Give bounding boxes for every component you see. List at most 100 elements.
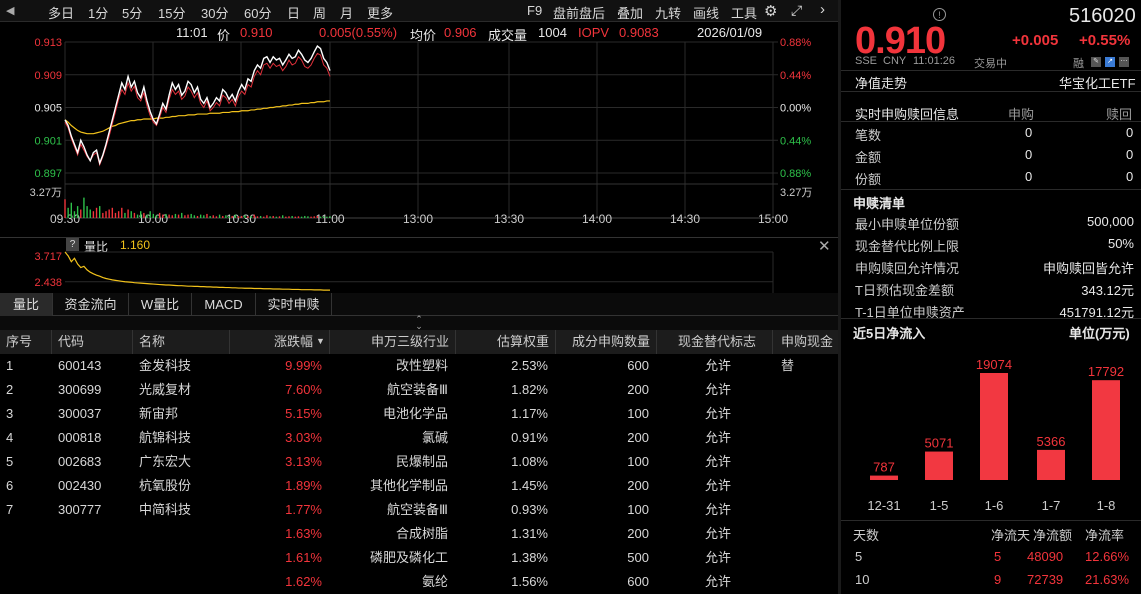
tab-volume-ratio[interactable]: 量比: [0, 293, 53, 316]
volume-ratio-line: [64, 251, 330, 291]
col-industry[interactable]: 申万三级行业: [330, 330, 456, 354]
tools-button[interactable]: 工具: [731, 3, 757, 22]
list-row-label: 申购赎回允许情况: [855, 261, 960, 276]
nine-turn-button[interactable]: 九转: [655, 3, 681, 22]
col-change[interactable]: 涨跌幅: [230, 330, 330, 354]
tab-15min[interactable]: 15分: [158, 3, 185, 22]
settings-icon[interactable]: ⚙: [764, 2, 777, 20]
col-weight[interactable]: 估算权重: [456, 330, 556, 354]
sort-desc-icon[interactable]: ▼: [316, 336, 325, 346]
nav-trend-label[interactable]: 净值走势: [855, 73, 907, 92]
right-panel: 0.910 ! 516020 +0.005 +0.55% SSE CNY 11:…: [841, 0, 1141, 594]
tab-1min[interactable]: 1分: [88, 3, 108, 22]
inflow-date-label: 1-7: [1042, 498, 1061, 513]
row-code: 000818: [58, 430, 102, 445]
tab-realtime-subscription[interactable]: 实时申赎: [256, 293, 332, 316]
inflow-bar: [925, 451, 953, 480]
row-code: 300037: [58, 406, 102, 421]
etf-name: 华宝化工ETF: [1059, 76, 1136, 91]
row-industry: 氨纶: [421, 574, 448, 589]
row-sub-qty: 600: [627, 358, 649, 373]
row-code: [52, 522, 133, 546]
constituents-table: 1 600143 金发科技 9.99% 改性塑料 2.53% 600 允许 2 300699 光威复…: [0, 354, 838, 594]
col-cash-flag[interactable]: 现金替代标志: [657, 330, 773, 354]
row-weight: 1.08%: [511, 454, 548, 469]
tab-60min[interactable]: 60分: [244, 3, 271, 22]
info-icon[interactable]: !: [933, 8, 946, 21]
intraday-chart[interactable]: 0.913 0.909 0.905 0.901 0.897 0.88% 0.44% 0.00%…: [0, 22, 838, 237]
tab-more[interactable]: 更多: [367, 3, 393, 22]
row-index: 2: [6, 382, 14, 397]
separator: [841, 91, 1141, 92]
separator: [841, 318, 1141, 319]
sub-row-redeem: 0: [1126, 125, 1134, 140]
row-industry: 磷肥及磷化工: [369, 550, 448, 565]
row-cash-flag: 允许: [704, 430, 731, 445]
row-industry: 航空装备Ⅲ: [387, 382, 448, 397]
table-row[interactable]: 1.62% 氨纶 1.56% 600 允许: [0, 570, 838, 594]
tab-multiday[interactable]: 多日: [48, 3, 74, 22]
separator: [841, 70, 1141, 71]
row-name: 中简科技: [139, 502, 192, 517]
table-row[interactable]: 2 300699 光威复材 7.60% 航空装备Ⅲ 1.82% 200 允许: [0, 378, 838, 402]
row-cash-flag: 允许: [704, 454, 731, 469]
table-row[interactable]: 4 000818 航锦科技 3.03% 氯碱 0.91% 200 允许: [0, 426, 838, 450]
y-tick-label: 0.897: [34, 168, 62, 180]
col-sub-qty[interactable]: 成分申购数量: [556, 330, 657, 354]
panel-splitter[interactable]: ⌃ ⌄: [0, 315, 838, 331]
row-cash-flag: 允许: [704, 478, 731, 493]
draw-button[interactable]: 画线: [693, 3, 719, 22]
sub-row-subscribe: 0: [1025, 125, 1033, 140]
row-name: 杭氧股份: [139, 478, 192, 493]
row-industry: 氯碱: [421, 430, 448, 445]
table-row[interactable]: 1.63% 合成树脂 1.31% 200 允许: [0, 522, 838, 546]
list-row-value: 500,000: [1087, 214, 1134, 229]
row-code: [52, 546, 133, 570]
col-name[interactable]: 名称: [133, 330, 230, 354]
inflow-bar: [1092, 380, 1120, 480]
row-name: [133, 546, 230, 570]
stat-flow-amount: 48090: [1027, 549, 1064, 564]
expand-icon[interactable]: ⤢: [791, 2, 802, 19]
inflow-value-label: 787: [873, 460, 895, 475]
inflow-bar: [980, 373, 1008, 480]
col-index[interactable]: 序号: [0, 330, 52, 354]
table-row[interactable]: 1 600143 金发科技 9.99% 改性塑料 2.53% 600 允许: [0, 354, 838, 378]
chevron-right-icon[interactable]: ›: [820, 1, 825, 18]
table-row[interactable]: 6 002430 杭氧股份 1.89% 其他化学制品 1.45% 200 允许: [0, 474, 838, 498]
stat-flow-rate: 12.66%: [1085, 549, 1130, 564]
row-code: 002683: [58, 454, 102, 469]
currency: CNY: [883, 55, 907, 67]
tab-month[interactable]: 月: [340, 3, 353, 22]
row-index: [0, 522, 52, 546]
tab-capital-flow[interactable]: 资金流向: [53, 293, 129, 316]
chevron-left-icon[interactable]: ◀: [6, 4, 14, 17]
table-row[interactable]: 7 300777 中简科技 1.77% 航空装备Ⅲ 0.93% 100 允许: [0, 498, 838, 522]
table-row[interactable]: 1.61% 磷肥及磷化工 1.38% 500 允许: [0, 546, 838, 570]
tab-week[interactable]: 周: [313, 3, 326, 22]
list-title: 申赎清单: [853, 196, 906, 211]
tab-day[interactable]: 日: [287, 3, 300, 22]
more-icon[interactable]: ⋯: [1119, 57, 1129, 67]
overlay-button[interactable]: 叠加: [617, 3, 643, 22]
row-change: 5.15%: [285, 406, 322, 421]
tab-w-volume-ratio[interactable]: W量比: [129, 293, 192, 316]
row-change: 9.99%: [285, 358, 322, 373]
tab-5min[interactable]: 5分: [122, 3, 142, 22]
col-cash-sub[interactable]: 申购现金替: [773, 330, 838, 373]
col-code[interactable]: 代码: [52, 330, 133, 354]
margin-badge: 融: [1073, 58, 1084, 70]
stat-header: 净流天: [991, 528, 1031, 543]
tab-macd[interactable]: MACD: [192, 293, 256, 316]
f9-button[interactable]: F9: [527, 3, 542, 18]
premarket-button[interactable]: 盘前盘后: [553, 3, 605, 22]
row-weight: 1.45%: [511, 478, 548, 493]
table-row[interactable]: 3 300037 新宙邦 5.15% 电池化学品 1.17% 100 允许: [0, 402, 838, 426]
edit-icon[interactable]: ✎: [1091, 57, 1101, 67]
left-panel: ◀ 多日 1分 5分 15分 30分 60分 日 周 月 更多 F9 盘前盘后 …: [0, 0, 838, 594]
price-change-pct: +0.55%: [1079, 32, 1131, 49]
share-icon[interactable]: ↗: [1105, 57, 1115, 67]
exchange: SSE: [855, 55, 878, 67]
tab-30min[interactable]: 30分: [201, 3, 228, 22]
table-row[interactable]: 5 002683 广东宏大 3.13% 民爆制品 1.08% 100 允许: [0, 450, 838, 474]
